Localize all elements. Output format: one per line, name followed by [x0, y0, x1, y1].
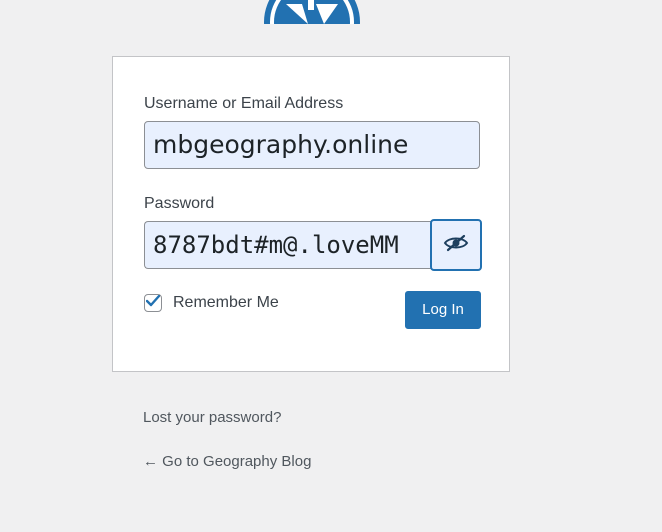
remember-me-label[interactable]: Remember Me	[173, 293, 279, 313]
remember-me-checkbox[interactable]	[144, 294, 162, 312]
username-label: Username or Email Address	[144, 95, 344, 112]
login-button[interactable]: Log In	[405, 291, 481, 329]
back-to-blog-link[interactable]: ← Go to Geography Blog	[143, 452, 311, 472]
wordpress-logo-icon[interactable]	[264, 0, 360, 24]
password-label: Password	[144, 195, 215, 212]
login-form: Username or Email Address mbgeography.on…	[112, 56, 510, 372]
password-field[interactable]: 8787bdt#m@.loveMM	[144, 221, 462, 269]
checkmark-icon	[145, 294, 161, 312]
username-field[interactable]: mbgeography.online	[144, 121, 480, 169]
toggle-password-button[interactable]	[430, 219, 482, 271]
eye-slash-icon	[443, 234, 469, 257]
lost-password-link[interactable]: Lost your password?	[143, 408, 281, 428]
